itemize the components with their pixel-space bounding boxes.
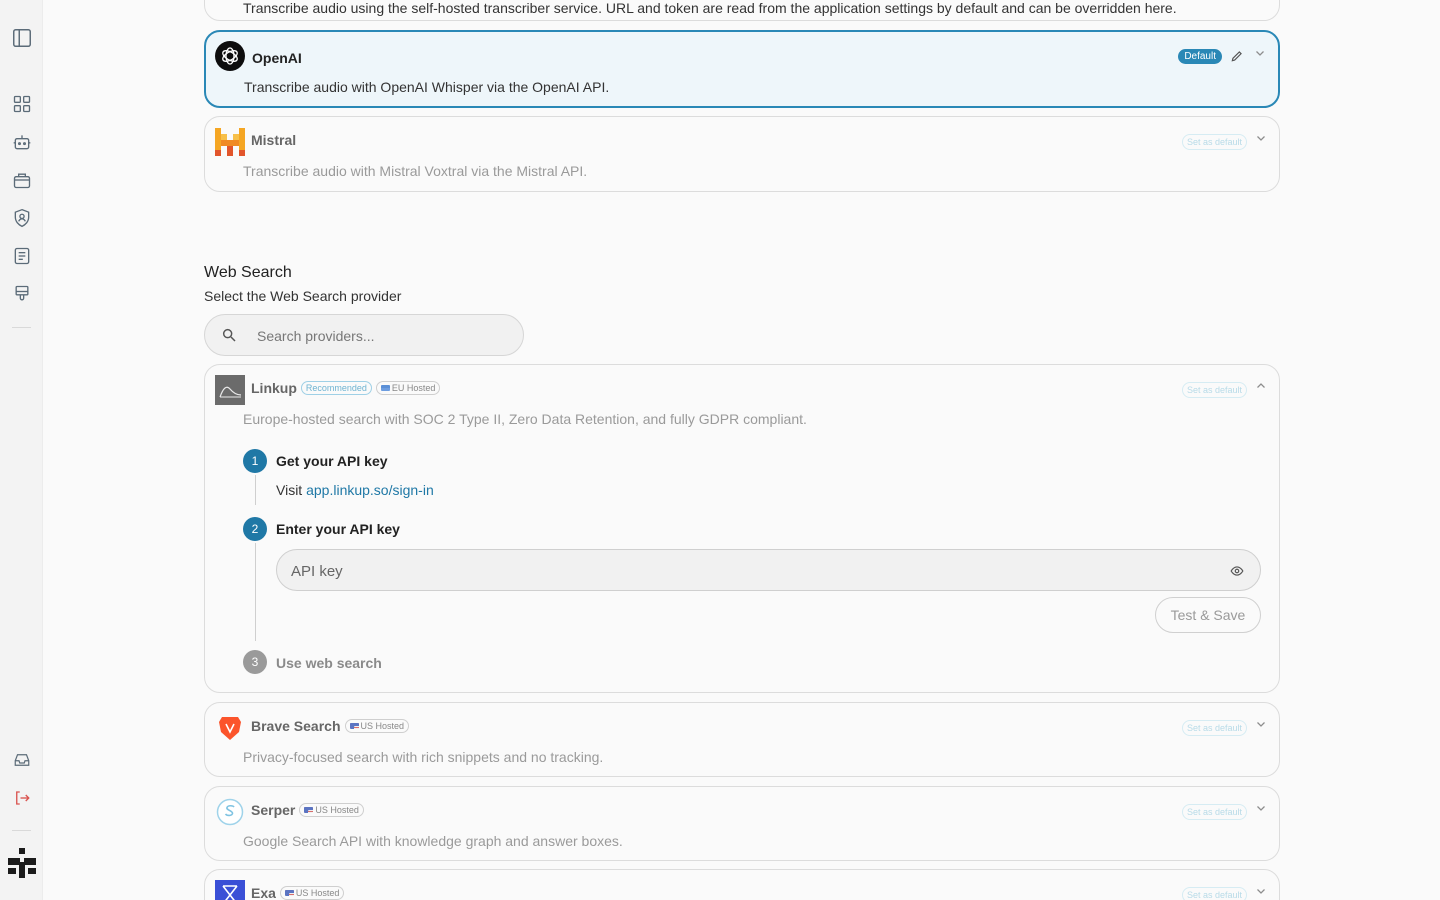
bot-icon[interactable] [11,131,33,153]
main-content: Transcribe audio using the self-hosted t… [43,0,1440,900]
provider-card-brave[interactable]: Brave Search US Hosted Privacy-focused s… [204,702,1280,777]
visit-prefix: Visit [276,482,303,498]
provider-card-linkup[interactable]: Linkup Recommended EU Hosted Europe-host… [204,364,1280,693]
us-flag-icon [304,807,314,813]
inbox-icon[interactable] [11,749,33,771]
eye-icon[interactable] [1230,564,1244,578]
step-number: 3 [243,650,267,674]
us-hosted-tag: US Hosted [299,803,364,817]
us-flag-icon [349,723,359,729]
provider-name-text: Brave Search [251,718,341,734]
provider-name-text: Linkup [251,380,297,396]
us-hosted-tag: US Hosted [344,719,410,733]
eu-flag-icon [380,385,390,391]
chevron-down-icon[interactable] [1255,801,1267,813]
sidebar [0,0,43,900]
tag-label: US Hosted [360,721,405,731]
set-default-button[interactable]: Set as default [1181,382,1247,398]
step-label: Enter your API key [276,521,400,537]
us-flag-icon [284,890,294,896]
eu-hosted-tag: EU Hosted [375,381,441,395]
tag-label: EU Hosted [391,383,436,393]
api-key-input[interactable] [291,560,1191,582]
provider-desc: Transcribe audio using the self-hosted t… [243,0,1177,16]
provider-desc: Privacy-focused search with rich snippet… [243,749,604,765]
paintbrush-icon[interactable] [11,283,33,305]
search-icon [221,327,237,343]
us-hosted-tag: US Hosted [279,886,345,900]
provider-card-openai[interactable]: OpenAI Transcribe audio with OpenAI Whis… [204,30,1280,108]
provider-card-mistral[interactable]: Mistral Transcribe audio with Mistral Vo… [204,116,1280,192]
step-label: Get your API key [276,453,388,469]
tag-label: US Hosted [295,888,340,898]
dashboard-icon[interactable] [11,93,33,115]
section-title: Web Search [204,264,292,281]
chevron-down-icon[interactable] [1255,131,1267,143]
set-default-button[interactable]: Set as default [1181,887,1247,900]
exa-logo-icon [215,880,245,900]
provider-name: Brave Search US Hosted [251,718,410,734]
set-default-button[interactable]: Set as default [1181,804,1247,820]
provider-desc: Europe-hosted search with SOC 2 Type II,… [243,411,807,427]
provider-name: Mistral [251,132,297,148]
provider-desc: Transcribe audio with OpenAI Whisper via… [244,79,610,95]
chevron-down-icon[interactable] [1254,46,1266,58]
provider-card-exa[interactable]: Exa US Hosted Set as default [204,869,1280,900]
openai-logo-icon [215,41,245,71]
brave-logo-icon [215,713,245,743]
linkup-signin-link[interactable]: app.linkup.so/sign-in [306,482,434,498]
app-logo-icon[interactable] [6,846,38,880]
provider-card-self-hosted[interactable]: Transcribe audio using the self-hosted t… [204,0,1280,21]
section-subtitle: Select the Web Search provider [204,288,402,304]
provider-name: Linkup Recommended EU Hosted [251,380,441,396]
provider-name: OpenAI [252,50,302,66]
step-label: Use web search [276,655,382,671]
set-default-button[interactable]: Set as default [1181,134,1247,150]
chevron-down-icon[interactable] [1255,717,1267,729]
step-connector [255,543,256,641]
step-number: 2 [243,517,267,541]
provider-desc: Transcribe audio with Mistral Voxtral vi… [243,163,588,179]
recommended-tag: Recommended [300,381,372,395]
sidebar-divider [12,830,31,831]
serper-logo-icon [215,797,245,827]
linkup-logo-icon [215,375,245,405]
chevron-down-icon[interactable] [1255,884,1267,896]
provider-name: Serper US Hosted [251,802,364,818]
provider-name-text: Serper [251,802,296,818]
test-save-button[interactable]: Test & Save [1155,597,1261,633]
notebook-icon[interactable] [11,245,33,267]
provider-name-text: Exa [251,885,276,900]
shield-user-icon[interactable] [11,207,33,229]
provider-card-serper[interactable]: Serper US Hosted Google Search API with … [204,786,1280,861]
edit-pencil-icon[interactable] [1230,49,1244,63]
search-input[interactable] [257,325,507,347]
logout-icon[interactable] [11,787,33,809]
set-default-button[interactable]: Set as default [1181,720,1247,736]
default-badge: Default [1178,49,1222,64]
mistral-logo-icon [215,127,245,157]
visit-text: Visit app.linkup.so/sign-in [276,482,434,498]
step-number: 1 [243,449,267,473]
box-icon[interactable] [11,169,33,191]
provider-search[interactable] [204,314,524,356]
sidebar-toggle-icon[interactable] [11,27,33,49]
tag-label: US Hosted [315,805,359,815]
provider-desc: Google Search API with knowledge graph a… [243,833,623,849]
api-key-field[interactable] [276,549,1261,591]
step-connector [255,475,256,505]
provider-name: Exa US Hosted [251,885,345,900]
chevron-up-icon[interactable] [1255,379,1267,391]
sidebar-divider [12,327,31,328]
